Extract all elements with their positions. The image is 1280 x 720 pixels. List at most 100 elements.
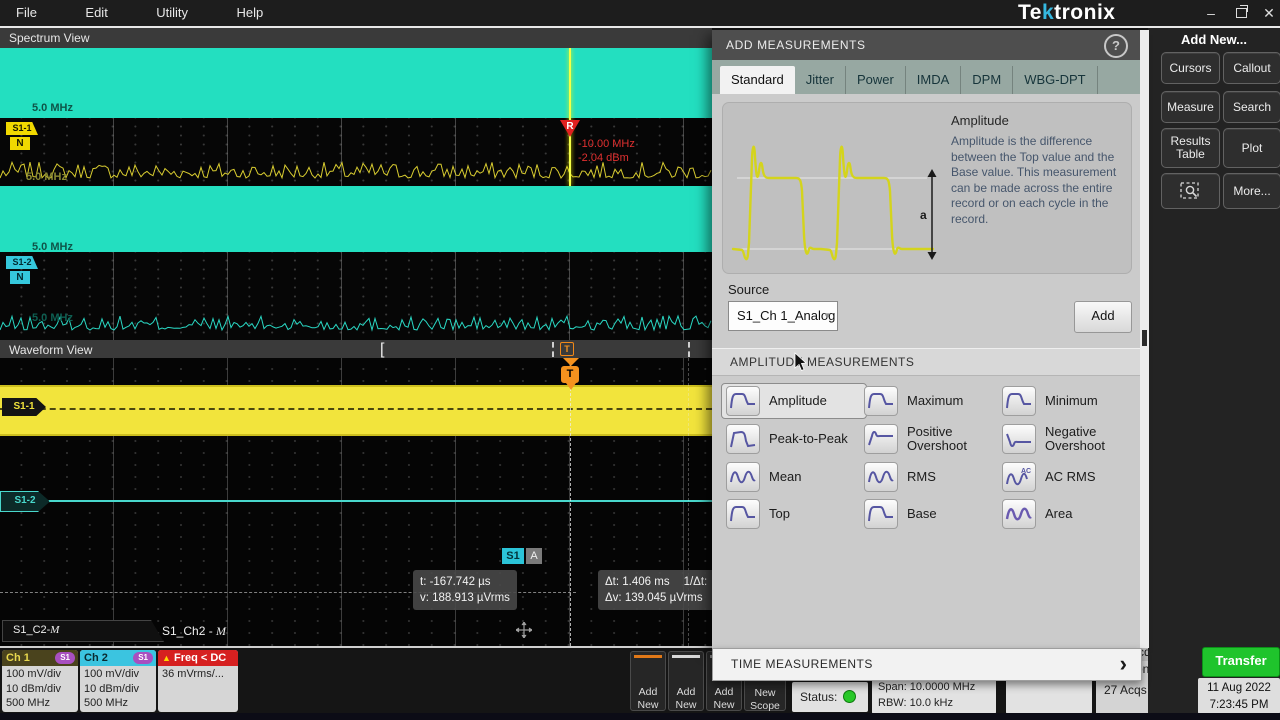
minimize-icon[interactable]: – — [1200, 4, 1222, 22]
add-measure-button[interactable]: Measure — [1161, 91, 1220, 123]
move-crosshair-icon — [516, 622, 532, 638]
add-new-math-button[interactable]: Add New Math — [630, 651, 666, 711]
measurement-base[interactable]: Base — [864, 499, 996, 529]
cursor-source-badge[interactable]: S1 — [502, 548, 524, 564]
tab-wbg-dpt[interactable]: WBG-DPT — [1013, 66, 1097, 94]
menu-bar: File Edit Utility Help Tektronix – ✕ — [0, 0, 1280, 28]
warning-triangle-icon: ▲ — [162, 653, 171, 663]
measurement-positive-overshoot[interactable]: Positive Overshoot — [864, 424, 996, 454]
spectrum-scale-label-4: 5.0 MHz — [32, 312, 73, 324]
trigger-indicator-small: T — [560, 342, 574, 356]
waveform-plot-area[interactable]: S1-1 S1-2 T S1 A t: -167.742 µs v: 188.9… — [0, 358, 712, 646]
status-indicator: Status: — [792, 682, 868, 712]
sine-icon — [726, 462, 760, 492]
zoom-select-button[interactable] — [1161, 173, 1220, 209]
math-waveform-label: S1_Ch2 - M — [162, 624, 226, 639]
measurement-negative-overshoot[interactable]: Negative Overshoot — [1002, 424, 1134, 454]
transfer-button[interactable]: Transfer — [1202, 647, 1280, 677]
reference-marker-line — [569, 48, 571, 186]
spectrum-plot-area[interactable]: 5.0 MHz 5.0 MHz 5.0 MHz 5.0 MHz S1-1 N S… — [0, 48, 712, 340]
datetime-display: 11 Aug 2022 7:23:45 PM — [1198, 678, 1280, 714]
add-search-button[interactable]: Search — [1223, 91, 1280, 123]
pulse-icon — [864, 386, 898, 416]
warning-value: 36 mVrms/... — [162, 667, 234, 682]
add-new-ref-button[interactable]: Add New Ref — [668, 651, 704, 711]
dialog-scrollbar-thumb[interactable] — [1142, 330, 1147, 346]
close-icon[interactable]: ✕ — [1258, 4, 1280, 22]
menu-utility[interactable]: Utility — [152, 0, 192, 26]
channel-1-spectrum-scale: 10 dBm/div — [6, 682, 74, 697]
menu-edit[interactable]: Edit — [81, 0, 111, 26]
waveform-s1-2-trace — [0, 500, 712, 502]
add-plot-button[interactable]: Plot — [1223, 128, 1280, 168]
spectrum-badge-s1-2-n[interactable]: N — [10, 271, 30, 284]
time-measurements-section[interactable]: TIME MEASUREMENTS › — [712, 648, 1142, 681]
measurement-amplitude[interactable]: Amplitude — [721, 383, 867, 419]
overshoot-negative-icon — [1002, 424, 1036, 454]
measurement-area[interactable]: Area — [1002, 499, 1134, 529]
channel-2-scale: 100 mV/div — [84, 667, 152, 682]
trigger-position-line — [570, 358, 571, 646]
status-ok-dot — [843, 690, 856, 703]
channel-1-badge[interactable]: Ch 1 S1 100 mV/div 10 dBm/div 500 MHz — [2, 650, 78, 712]
restore-icon[interactable] — [1230, 4, 1252, 22]
channel-2-spectrum-scale: 10 dBm/div — [84, 682, 152, 697]
menu-file[interactable]: File — [12, 0, 41, 26]
measurement-mean[interactable]: Mean — [726, 462, 858, 492]
header-dash-marker-2 — [688, 342, 690, 357]
add-callout-button[interactable]: Callout — [1223, 52, 1280, 84]
waveform-view-header: Waveform View [ T — [0, 340, 712, 360]
span-rbw-readout[interactable]: Span: 10.0000 MHz RBW: 10.0 kHz — [872, 676, 996, 714]
measurement-ac-rms[interactable]: AC AC RMS — [1002, 462, 1134, 492]
dialog-title-bar[interactable]: ADD MEASUREMENTS ? — [712, 30, 1140, 60]
chevron-down-icon: ▾ — [824, 302, 830, 330]
waveform-badge-s1-2[interactable]: S1-2 — [0, 491, 50, 512]
measurement-minimum[interactable]: Minimum — [1002, 386, 1134, 416]
source-label: Source — [728, 282, 769, 297]
channel-2-s1-pill: S1 — [133, 652, 153, 664]
add-new-header: Add New... — [1148, 32, 1280, 47]
arrow-label-a: a — [920, 208, 927, 222]
spectrum-view-header: Spectrum View — [0, 28, 712, 48]
dialog-scrollbar[interactable] — [1140, 30, 1149, 648]
horizontal-settings-box[interactable] — [1006, 676, 1092, 714]
span-value: Span: 10.0000 MHz — [878, 679, 990, 695]
menu-help[interactable]: Help — [233, 0, 268, 26]
tab-dpm[interactable]: DPM — [961, 66, 1013, 94]
amplitude-measurements-header: AMPLITUDE MEASUREMENTS — [712, 348, 1140, 376]
tab-power[interactable]: Power — [846, 66, 906, 94]
header-dash-marker-1 — [552, 342, 554, 357]
spectrum-view-title: Spectrum View — [9, 31, 89, 45]
overshoot-positive-icon — [864, 424, 898, 454]
add-cursors-button[interactable]: Cursors — [1161, 52, 1220, 84]
add-results-table-button[interactable]: Results Table — [1161, 128, 1220, 168]
math-waveform-tab[interactable]: S1_C2-M — [2, 620, 164, 642]
add-measurement-button[interactable]: Add — [1074, 301, 1132, 333]
channel-2-bandwidth: 500 MHz — [84, 696, 152, 711]
measurement-maximum[interactable]: Maximum — [864, 386, 996, 416]
measurement-peak-to-peak[interactable]: Peak-to-Peak — [726, 424, 858, 454]
bottom-edge — [0, 713, 1280, 720]
tab-standard[interactable]: Standard — [720, 66, 795, 94]
tab-imda[interactable]: IMDA — [906, 66, 962, 94]
dialog-tab-bar: Standard Jitter Power IMDA DPM WBG-DPT — [712, 60, 1140, 94]
description-body: Amplitude is the difference between the … — [951, 134, 1123, 227]
tab-jitter[interactable]: Jitter — [795, 66, 846, 94]
source-select[interactable]: S1_Ch 1_Analog▾ — [728, 301, 838, 331]
trigger-t-marker[interactable]: T — [561, 366, 579, 383]
cursor-a-badge[interactable]: A — [526, 548, 542, 564]
pulse-icon — [726, 424, 760, 454]
help-icon[interactable]: ? — [1104, 34, 1128, 58]
more-button[interactable]: More... — [1223, 173, 1280, 209]
frequency-warning-badge[interactable]: ▲ Freq < DC 36 mVrms/... — [158, 650, 238, 712]
measurement-rms[interactable]: RMS — [864, 462, 996, 492]
spectrum-scale-label-3: 5.0 MHz — [32, 241, 73, 253]
pulse-icon — [726, 499, 760, 529]
zoom-bracket[interactable]: [ — [380, 340, 384, 360]
cursor-delta-time: Δt: 1.406 ms — [605, 574, 670, 590]
warning-title: Freq < DC — [174, 652, 226, 664]
pulse-icon — [726, 386, 760, 416]
cursor-a-value: v: 188.913 µVrms — [420, 590, 510, 606]
channel-2-badge[interactable]: Ch 2 S1 100 mV/div 10 dBm/div 500 MHz — [80, 650, 156, 712]
measurement-top[interactable]: Top — [726, 499, 858, 529]
